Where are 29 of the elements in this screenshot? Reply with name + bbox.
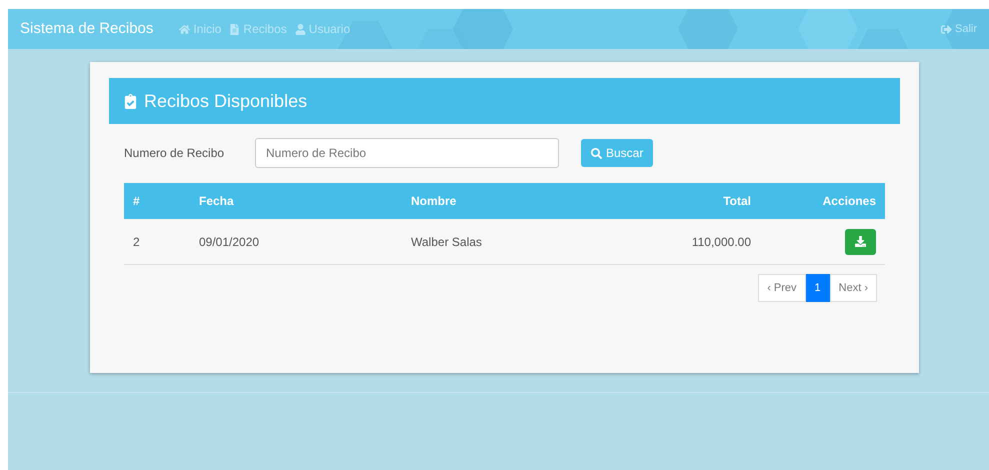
home-icon [179,24,190,34]
table-cell-text: 110,000.00 [692,234,751,250]
download-button[interactable] [845,228,876,254]
column-header: # [133,194,140,208]
table-cell: 09/01/2020 [199,234,260,248]
column-header: Total [723,193,751,210]
column-header: Fecha [199,194,234,208]
logout-link[interactable]: Salir [940,20,977,38]
page-link[interactable]: 1 [806,274,830,302]
field-label: Numero de Recibo [124,145,226,162]
column-header: Nombre [411,194,456,208]
receipt-number-field[interactable]: Numero de Recibo [255,138,559,168]
search-icon [591,148,602,158]
nav-link[interactable]: Inicio [179,20,222,38]
panel-title: Recibos Disponibles [144,90,308,113]
clipboard-check-icon [123,94,138,108]
page-link[interactable]: Next › [830,274,877,302]
user-icon [294,24,306,34]
document-icon [229,24,240,34]
search-button[interactable]: Buscar [581,139,654,167]
page-link[interactable]: ‹ Prev [758,274,806,302]
table-cell: 2 [133,234,140,248]
download-icon [855,236,866,247]
brand[interactable]: Sistema de Recibos [20,18,154,40]
nav-link[interactable]: Usuario [294,20,350,38]
logout-icon [940,24,952,34]
table-cell: Walber Salas [411,234,482,248]
column-header: Acciones [822,193,876,210]
nav-link[interactable]: Recibos [229,20,287,38]
